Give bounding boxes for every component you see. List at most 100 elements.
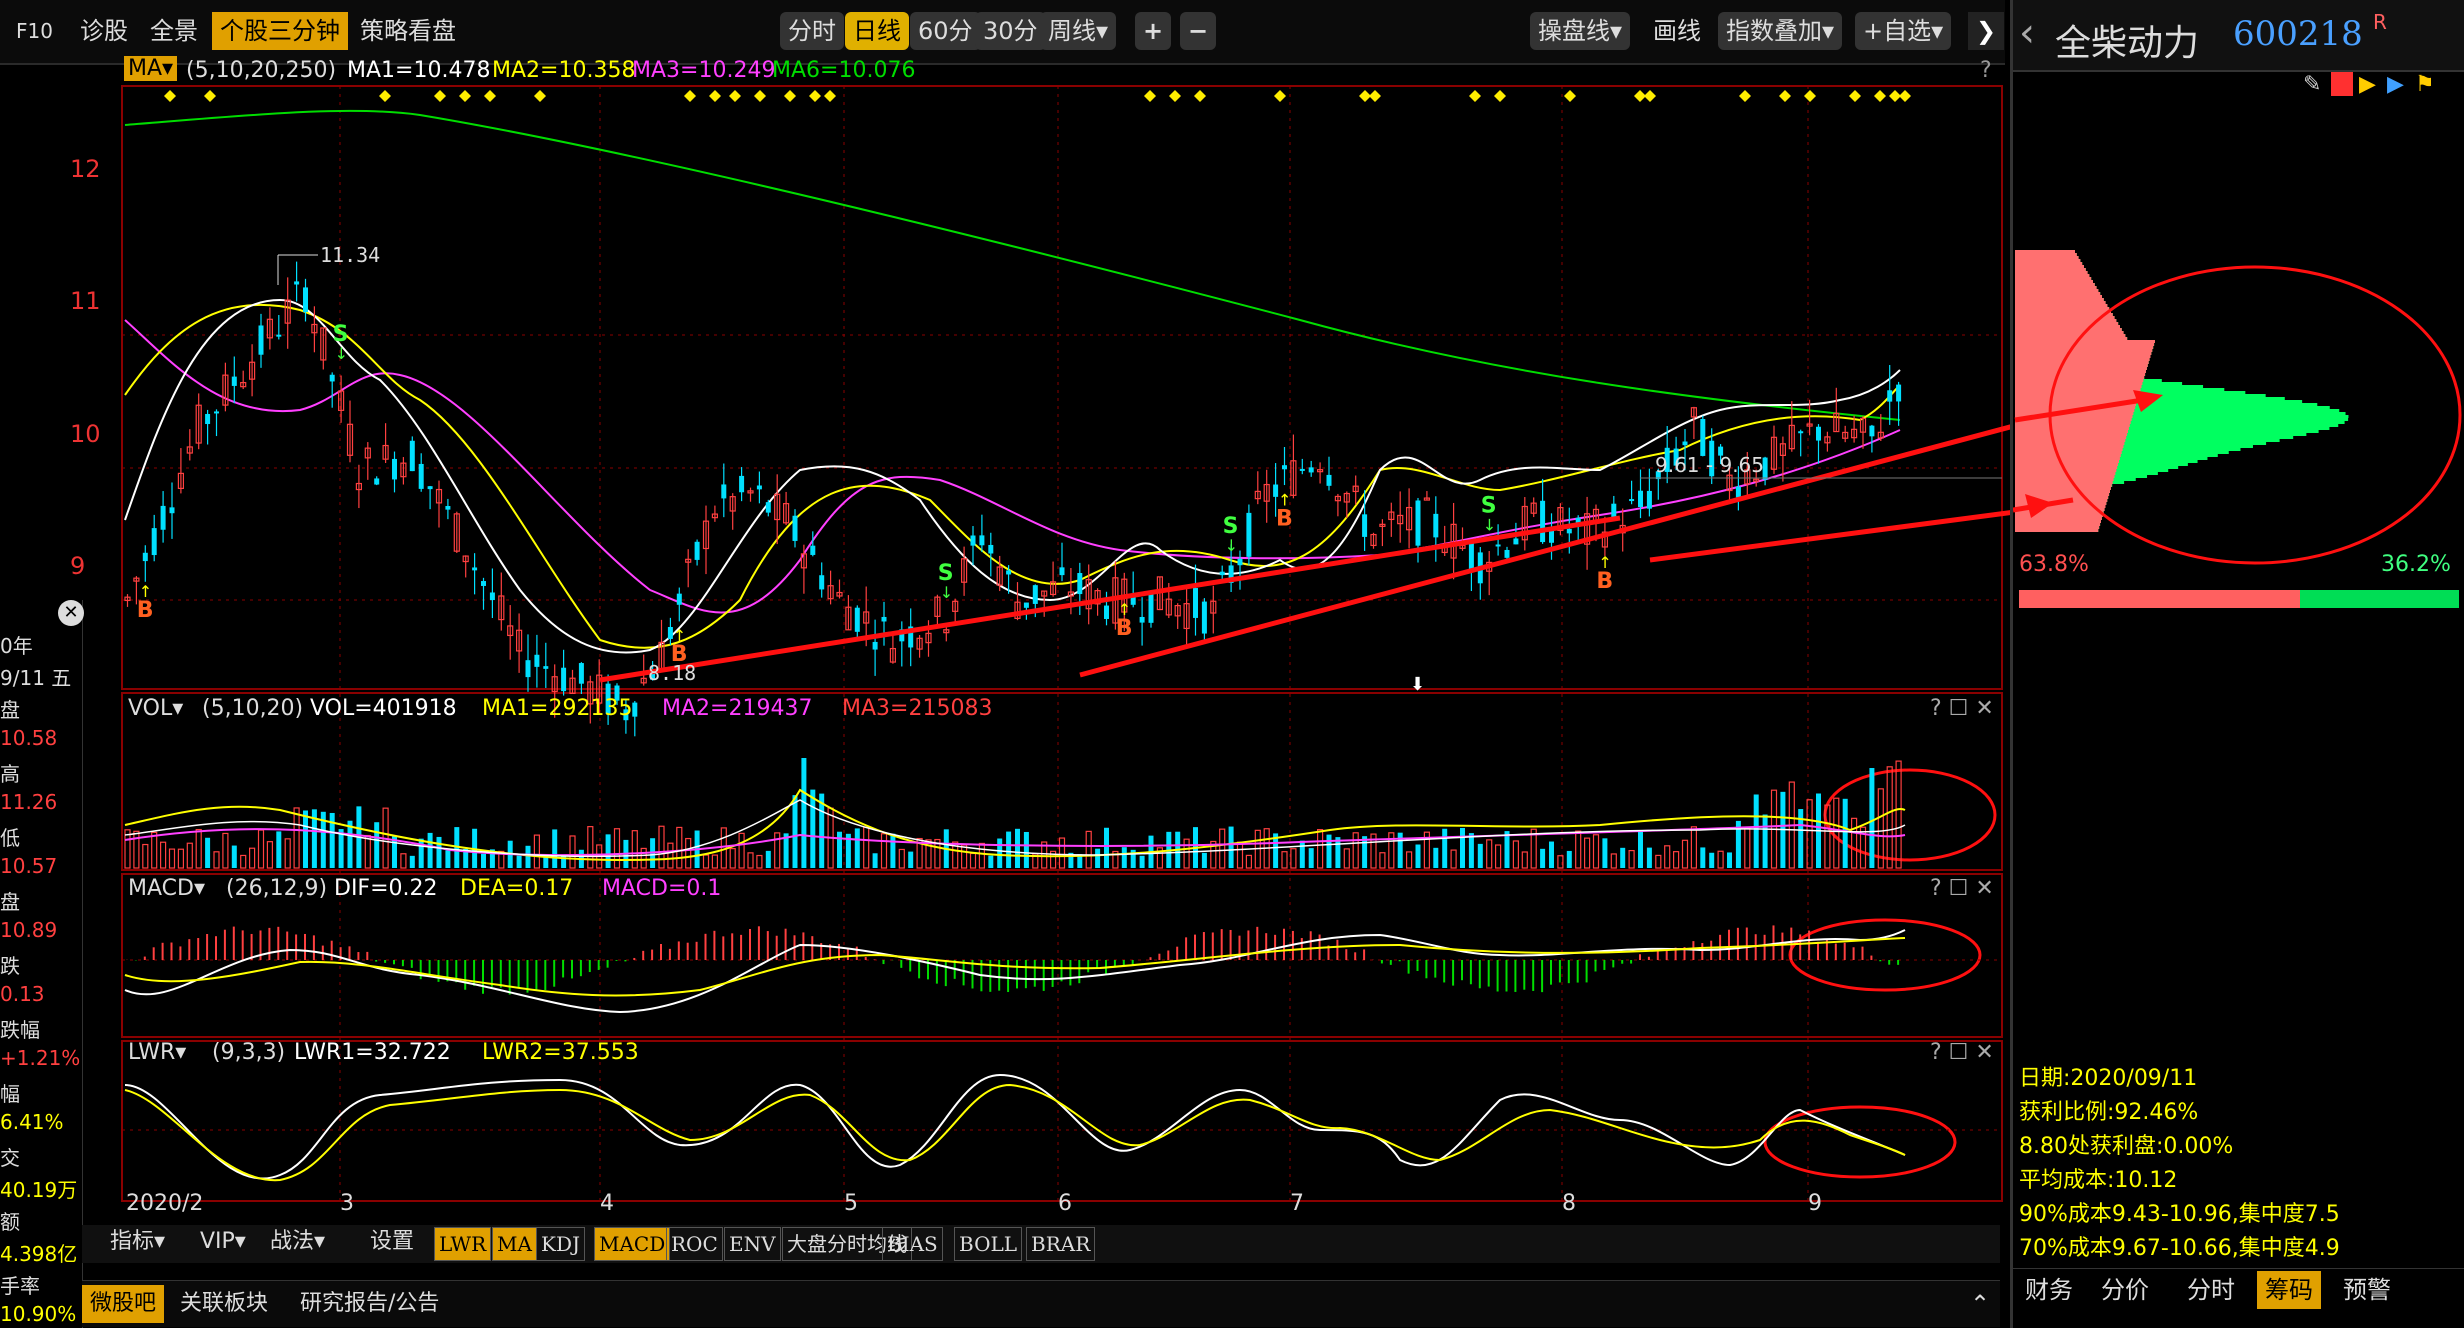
indicator-tab-kdj[interactable]: KDJ [536, 1227, 585, 1261]
volume-bar [1806, 799, 1813, 869]
tab-chips[interactable]: 筹码 [2257, 1271, 2321, 1309]
event-diamond-icon[interactable] [1739, 90, 1751, 102]
event-diamond-icon[interactable] [1469, 90, 1481, 102]
candle-body [694, 541, 700, 560]
event-diamond-icon[interactable] [809, 90, 821, 102]
chip-bar [2015, 385, 2142, 388]
event-diamond-icon[interactable] [754, 90, 766, 102]
volume-bar [1219, 828, 1226, 869]
volume-bar [364, 834, 371, 869]
x-label: 3 [340, 1191, 354, 1216]
event-diamond-icon[interactable] [784, 90, 796, 102]
volume-bar [631, 830, 638, 869]
volume-bar [854, 828, 860, 868]
volume-bar [1139, 855, 1145, 868]
indicator-menu[interactable]: 指标▾ [102, 1225, 173, 1259]
event-diamond-icon[interactable] [709, 90, 721, 102]
event-diamond-icon[interactable] [684, 90, 696, 102]
event-diamond-icon[interactable] [1804, 90, 1816, 102]
vol-panel-controls[interactable]: ? ☐ ✕ [1930, 696, 1994, 721]
event-diamond-icon[interactable] [534, 90, 546, 102]
candle-body [1566, 528, 1572, 534]
volume-bar [552, 829, 558, 868]
event-diamond-icon[interactable] [1644, 90, 1656, 102]
volume-bar [1460, 827, 1465, 868]
volume-bar [702, 854, 710, 869]
tactics-menu[interactable]: 战法▾ [262, 1225, 333, 1259]
indicator-tab-ma[interactable]: MA [492, 1227, 537, 1261]
chip-bar [2015, 271, 2088, 274]
related-sectors-tab[interactable]: 关联板块 [172, 1285, 276, 1323]
chip-flag-icon[interactable]: ⚑ [2415, 72, 2435, 97]
macd-params: (26,12,9) [226, 876, 328, 901]
main-price-chart[interactable]: ↑BS↓↑BS↓↑BS↓↑BS↓↑B 11.34 8.18 9.61 - 9.6… [0, 0, 2010, 1328]
settings-button[interactable]: 设置 [362, 1225, 422, 1259]
event-diamond-icon[interactable] [434, 90, 446, 102]
event-diamond-icon[interactable] [824, 90, 836, 102]
event-diamond-icon[interactable] [1369, 90, 1381, 102]
event-diamond-icon[interactable] [1144, 90, 1156, 102]
chip-bar [2015, 445, 2124, 448]
info-date: 日期:2020/09/11 [2019, 1066, 2198, 1091]
quote-row: 幅 [0, 1082, 20, 1106]
research-reports-tab[interactable]: 研究报告/公告 [292, 1285, 447, 1323]
vol-ma2: MA2=219437 [662, 696, 813, 721]
chip-red-icon[interactable] [2331, 72, 2353, 96]
event-diamond-icon[interactable] [459, 90, 471, 102]
volume-bar [1681, 839, 1689, 869]
tab-alert[interactable]: 预警 [2335, 1271, 2399, 1309]
scroll-down-icon[interactable]: ⬇ [1410, 674, 1425, 695]
volume-bar [1245, 854, 1253, 869]
vip-menu[interactable]: VIP▾ [192, 1225, 254, 1259]
indicator-tab-env[interactable]: ENV [724, 1227, 781, 1261]
indicator-tab-macd[interactable]: MACD [594, 1227, 671, 1261]
indicator-tab-roc[interactable]: ROC [666, 1227, 723, 1261]
lwr-indicator-menu[interactable]: LWR▾ [128, 1040, 186, 1065]
close-icon[interactable]: ✕ [58, 600, 84, 626]
stock-forum-tab[interactable]: 微股吧 [82, 1285, 165, 1323]
event-diamond-icon[interactable] [1899, 90, 1911, 102]
buy-signal: B [1596, 569, 1613, 594]
chip-bar [2015, 451, 2122, 454]
chip-bar [2015, 388, 2141, 391]
event-diamond-icon[interactable] [1564, 90, 1576, 102]
lwr-panel-controls[interactable]: ? ☐ ✕ [1930, 1040, 1994, 1065]
event-diamond-icon[interactable] [729, 90, 741, 102]
event-diamond-icon[interactable] [484, 90, 496, 102]
tab-finance[interactable]: 财务 [2017, 1271, 2081, 1309]
x-axis: 2020/2 3 4 5 6 7 8 9 [122, 1188, 2002, 1218]
tab-price-split[interactable]: 分价 [2093, 1271, 2157, 1309]
chip-yellow-icon[interactable]: ▶ [2359, 72, 2376, 97]
pencil-icon[interactable]: ✎ [2303, 72, 2321, 97]
event-diamond-icon[interactable] [1194, 90, 1206, 102]
event-diamond-icon[interactable] [379, 90, 391, 102]
volume-bar [685, 837, 692, 869]
candle-body [1104, 605, 1109, 619]
event-diamond-icon[interactable] [1494, 90, 1506, 102]
indicator-tab-boll[interactable]: BOLL [954, 1227, 1023, 1261]
event-diamond-icon[interactable] [1849, 90, 1861, 102]
chip-blue-icon[interactable]: ▶ [2387, 72, 2404, 97]
event-diamond-icon[interactable] [1274, 90, 1286, 102]
indicator-tab-lwr[interactable]: LWR [434, 1227, 492, 1261]
candle-body [819, 575, 825, 590]
tab-timeshare[interactable]: 分时 [2179, 1271, 2243, 1309]
event-diamond-icon[interactable] [1779, 90, 1791, 102]
candle-body [1219, 571, 1225, 576]
candle-body [472, 567, 478, 571]
vol-indicator-menu[interactable]: VOL▾ [128, 696, 183, 721]
volume-bar [1343, 848, 1350, 869]
event-diamond-icon[interactable] [164, 90, 176, 102]
quote-row: +1.21% [0, 1046, 81, 1070]
expand-icon[interactable]: ⌃ [1962, 1285, 1998, 1323]
indicator-tab-bias[interactable]: BIAS [882, 1227, 943, 1261]
event-diamond-icon[interactable] [1874, 90, 1886, 102]
back-icon[interactable]: ‹ [2019, 10, 2035, 56]
macd-indicator-menu[interactable]: MACD▾ [128, 876, 205, 901]
candle-body [1611, 503, 1617, 518]
quote-row: 额 [0, 1210, 20, 1234]
event-diamond-icon[interactable] [1169, 90, 1181, 102]
indicator-tab-brar[interactable]: BRAR [1026, 1227, 1096, 1261]
macd-panel-controls[interactable]: ? ☐ ✕ [1930, 876, 1994, 901]
event-diamond-icon[interactable] [204, 90, 216, 102]
